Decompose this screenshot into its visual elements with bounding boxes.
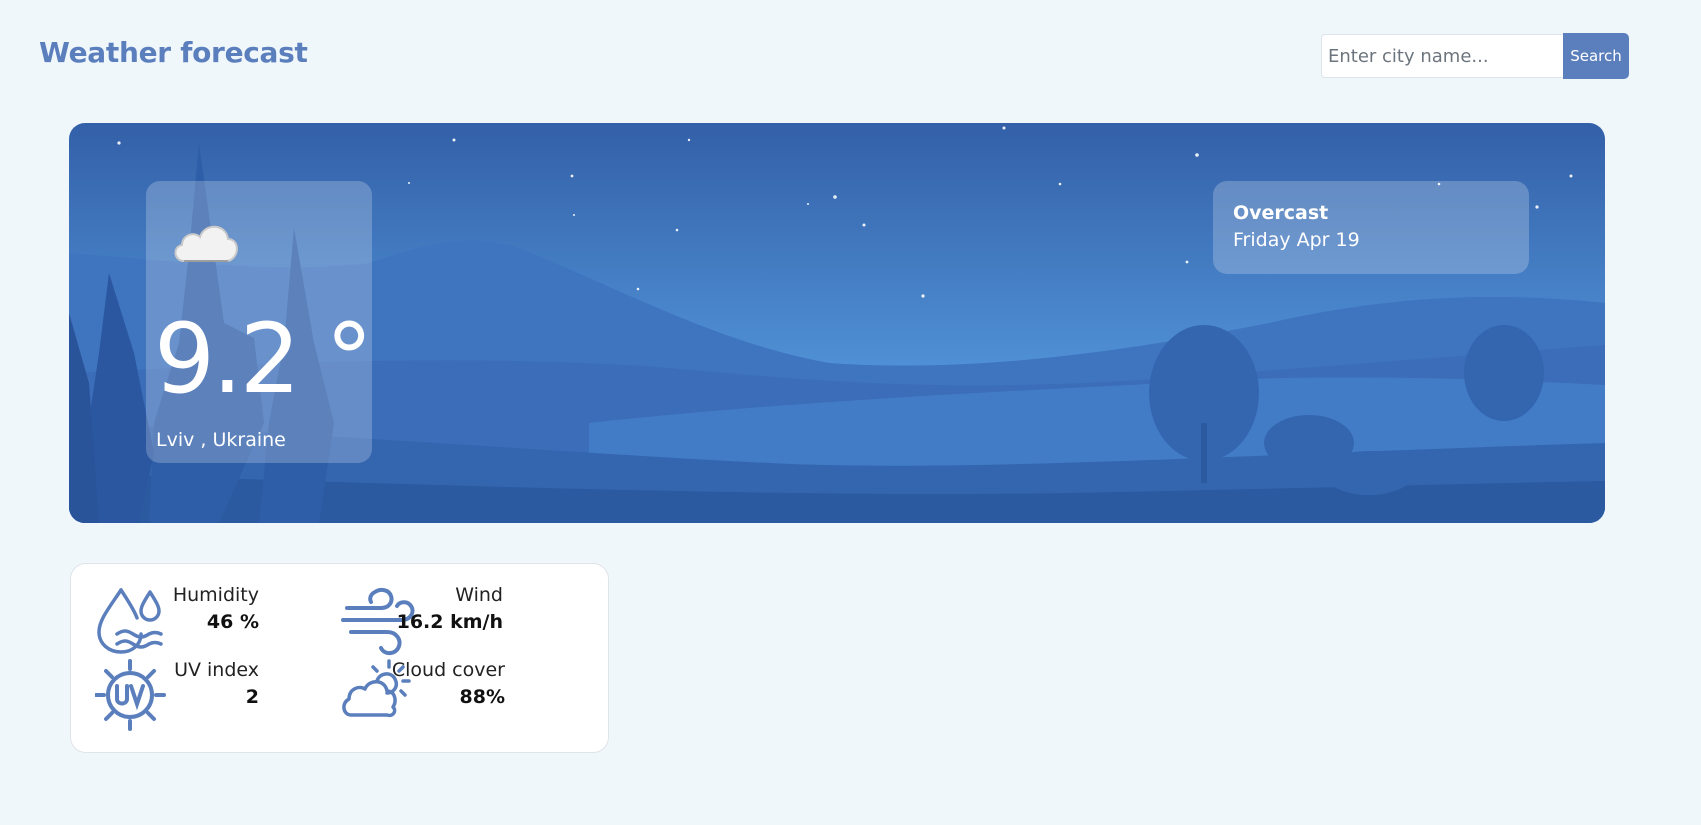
weather-details-card: Humidity 46 % Wind 16.2 km/h UV index 2 … [70,563,609,753]
date-label: Friday Apr 19 [1233,229,1360,251]
uv-index-value: 2 [245,686,259,708]
city-search-input[interactable] [1321,34,1563,78]
cloud-icon [174,225,238,262]
temperature-value: 9.2 ° [154,303,373,415]
search-button[interactable]: Search [1563,33,1629,79]
uv-index-label: UV index [174,659,259,681]
search-bar: Search [1321,33,1629,80]
uv-index-detail: UV index 2 [95,659,259,733]
humidity-value: 46 % [206,611,259,633]
wind-label: Wind [455,584,503,606]
humidity-icon [97,588,163,654]
wind-detail: Wind 16.2 km/h [341,584,503,664]
humidity-detail: Humidity 46 % [95,584,259,654]
current-weather-banner: 9.2 ° Lviv , Ukraine Overcast Friday Apr… [69,123,1605,523]
cloud-cover-detail: Cloud cover 88% [341,659,505,733]
cloud-cover-label: Cloud cover [391,659,505,681]
wind-value: 16.2 km/h [396,611,503,633]
cloud-cover-value: 88% [459,686,505,708]
condition-card: Overcast Friday Apr 19 [1213,181,1529,274]
condition-label: Overcast [1233,202,1329,224]
page-title: Weather forecast [39,36,308,69]
humidity-label: Humidity [172,584,259,606]
uv-index-icon [95,659,166,731]
temperature-card: 9.2 ° Lviv , Ukraine [146,181,373,463]
location-label: Lviv , Ukraine [156,429,286,451]
